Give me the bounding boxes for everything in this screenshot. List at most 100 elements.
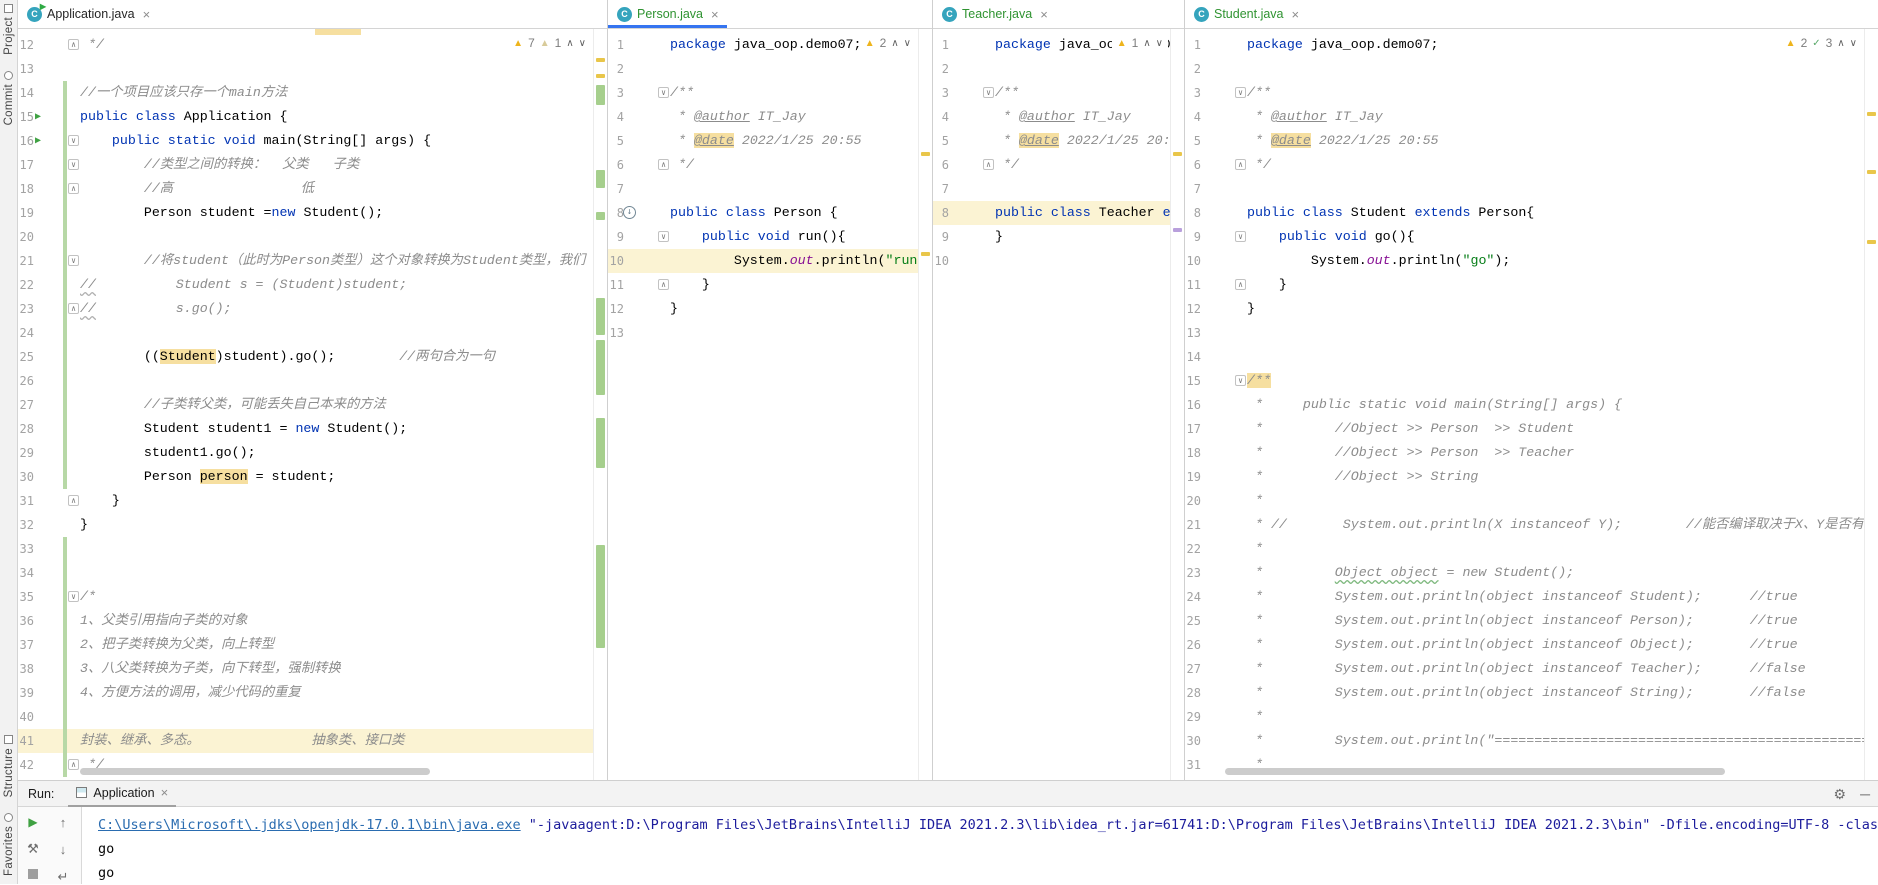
inspections-widget[interactable]: ▲ 2 ✓ 3 ∧ ∨ bbox=[1780, 34, 1862, 52]
fold-icon[interactable]: ∧ bbox=[68, 303, 79, 314]
line-number[interactable]: 13 bbox=[1185, 321, 1201, 345]
code-line[interactable]: 8 ↓ public class Person { bbox=[608, 201, 932, 225]
editor-area[interactable]: 1package java_oop.demo07;23∨/**4 * @auth… bbox=[608, 29, 932, 780]
stripe-mark[interactable] bbox=[1867, 170, 1876, 174]
line-number[interactable]: 21 bbox=[18, 249, 34, 273]
code-line[interactable]: 23 * Object object = new Student(); bbox=[1185, 561, 1878, 585]
line-number[interactable]: 38 bbox=[18, 657, 34, 681]
line-number[interactable]: 17 bbox=[1185, 417, 1201, 441]
stripe-mark[interactable] bbox=[596, 212, 605, 220]
fold-icon[interactable]: ∨ bbox=[658, 231, 669, 242]
code-line[interactable]: 23 ∧// s.go(); bbox=[18, 297, 607, 321]
line-number[interactable]: 31 bbox=[18, 489, 34, 513]
tool-window-button-commit[interactable]: Commit bbox=[3, 70, 15, 125]
line-number[interactable]: 28 bbox=[18, 417, 34, 441]
editor-area[interactable]: 1package java_oop.demo07;23∨/**4 * @auth… bbox=[933, 29, 1184, 780]
fold-icon[interactable]: ∧ bbox=[1235, 279, 1246, 290]
code-line[interactable]: 25 ((Student)student).go(); //两句合为一句 bbox=[18, 345, 607, 369]
inspections-widget[interactable]: ▲ 2 ∧ ∨ bbox=[859, 34, 916, 52]
run-tab-application[interactable]: Application × bbox=[68, 781, 177, 807]
line-number[interactable]: 10 bbox=[1185, 249, 1201, 273]
line-number[interactable]: 26 bbox=[1185, 633, 1201, 657]
code-line[interactable]: 11 ∧ } bbox=[608, 273, 932, 297]
line-number[interactable]: 1 bbox=[933, 33, 949, 57]
fold-icon[interactable]: ∨ bbox=[1235, 375, 1246, 386]
line-number[interactable]: 7 bbox=[608, 177, 624, 201]
java-exe-link[interactable]: C:\Users\Microsoft\.jdks\openjdk-17.0.1\… bbox=[98, 817, 521, 833]
code-line[interactable]: 9 ∨ public void go(){ bbox=[1185, 225, 1878, 249]
code-line[interactable]: 18 ∧ //高 低 bbox=[18, 177, 607, 201]
fold-icon[interactable]: ∧ bbox=[68, 759, 79, 770]
fold-icon[interactable]: ∨ bbox=[1235, 87, 1246, 98]
line-number[interactable]: 13 bbox=[18, 57, 34, 81]
code-line[interactable]: 6 ∧ */ bbox=[608, 153, 932, 177]
code-line[interactable]: 1 package java_oop.demo07; bbox=[1185, 33, 1878, 57]
code-line[interactable]: 33 bbox=[18, 537, 607, 561]
close-tab-icon[interactable]: × bbox=[711, 7, 719, 22]
line-number[interactable]: 23 bbox=[18, 297, 34, 321]
line-number[interactable]: 13 bbox=[608, 321, 624, 345]
line-number[interactable]: 24 bbox=[1185, 585, 1201, 609]
code-line[interactable]: 11 ∧ } bbox=[1185, 273, 1878, 297]
fold-icon[interactable]: ∧ bbox=[68, 495, 79, 506]
line-number[interactable]: 1 bbox=[1185, 33, 1201, 57]
code-line[interactable]: 20 * bbox=[1185, 489, 1878, 513]
code-line[interactable]: 19 * //Object >> String bbox=[1185, 465, 1878, 489]
code-line[interactable]: 5 * @date 2022/1/25 20:55 bbox=[608, 129, 932, 153]
fold-icon[interactable]: ∨ bbox=[68, 159, 79, 170]
line-number[interactable]: 5 bbox=[608, 129, 624, 153]
code-line[interactable]: 15 ▶ public class Application { bbox=[18, 105, 607, 129]
editor-tab-Person.java[interactable]: C Person.java × bbox=[608, 0, 727, 28]
fold-icon[interactable]: ∨ bbox=[983, 87, 994, 98]
line-number[interactable]: 40 bbox=[18, 705, 34, 729]
line-number[interactable]: 37 bbox=[18, 633, 34, 657]
code-line[interactable]: 3 ∨/** bbox=[933, 81, 1184, 105]
prev-issue-icon[interactable]: ∧ bbox=[1837, 38, 1844, 49]
line-number[interactable]: 6 bbox=[608, 153, 624, 177]
code-line[interactable]: 2 bbox=[1185, 57, 1878, 81]
code-line[interactable]: 18 * //Object >> Person >> Teacher bbox=[1185, 441, 1878, 465]
line-number[interactable]: 2 bbox=[933, 57, 949, 81]
line-number[interactable]: 4 bbox=[1185, 105, 1201, 129]
prev-issue-icon[interactable]: ∧ bbox=[566, 38, 573, 49]
code-line[interactable]: 22 // Student s = (Student)student; bbox=[18, 273, 607, 297]
code-line[interactable]: 28 Student student1 = new Student(); bbox=[18, 417, 607, 441]
stripe-mark[interactable] bbox=[1867, 240, 1876, 244]
line-number[interactable]: 10 bbox=[608, 249, 624, 273]
line-number[interactable]: 10 bbox=[933, 249, 949, 273]
line-number[interactable]: 22 bbox=[1185, 537, 1201, 561]
fold-icon[interactable]: ∧ bbox=[658, 279, 669, 290]
code-line[interactable]: 34 bbox=[18, 561, 607, 585]
line-number[interactable]: 18 bbox=[18, 177, 34, 201]
line-number[interactable]: 2 bbox=[608, 57, 624, 81]
line-number[interactable]: 34 bbox=[18, 561, 34, 585]
arrow-down-icon[interactable]: ↓ bbox=[60, 842, 67, 857]
line-number[interactable]: 33 bbox=[18, 537, 34, 561]
stop-icon[interactable] bbox=[28, 869, 38, 879]
next-issue-icon[interactable]: ∨ bbox=[904, 38, 911, 49]
line-number[interactable]: 26 bbox=[18, 369, 34, 393]
close-tab-icon[interactable]: × bbox=[1040, 7, 1048, 22]
code-line[interactable]: 32} bbox=[18, 513, 607, 537]
line-number[interactable]: 5 bbox=[1185, 129, 1201, 153]
stripe-mark[interactable] bbox=[596, 170, 605, 188]
line-number[interactable]: 32 bbox=[18, 513, 34, 537]
line-number[interactable]: 35 bbox=[18, 585, 34, 609]
code-line[interactable]: 13 bbox=[18, 57, 607, 81]
fold-icon[interactable]: ∨ bbox=[658, 87, 669, 98]
code-line[interactable]: 10 System.out.println("go"); bbox=[1185, 249, 1878, 273]
arrow-up-icon[interactable]: ↑ bbox=[60, 815, 67, 830]
stripe-mark[interactable] bbox=[921, 252, 930, 256]
code-line[interactable]: 12} bbox=[608, 297, 932, 321]
code-line[interactable]: 31 ∧ } bbox=[18, 489, 607, 513]
line-number[interactable]: 24 bbox=[18, 321, 34, 345]
line-number[interactable]: 25 bbox=[1185, 609, 1201, 633]
code-line[interactable]: 2 bbox=[933, 57, 1184, 81]
code-line[interactable]: 9 ∨ public void run(){ bbox=[608, 225, 932, 249]
editor-area[interactable]: 1package java_oop.demo07;23∨/**4 * @auth… bbox=[1185, 29, 1878, 780]
line-number[interactable]: 36 bbox=[18, 609, 34, 633]
code-line[interactable]: 27 * System.out.println(object instanceo… bbox=[1185, 657, 1878, 681]
line-number[interactable]: 16 bbox=[18, 129, 34, 153]
line-number[interactable]: 19 bbox=[1185, 465, 1201, 489]
line-number[interactable]: 25 bbox=[18, 345, 34, 369]
